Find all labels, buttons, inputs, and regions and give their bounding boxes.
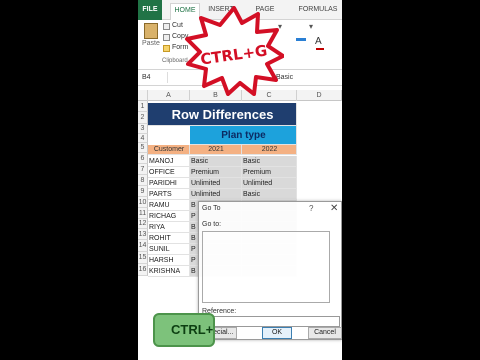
paste-icon[interactable] bbox=[144, 23, 158, 39]
header-2021[interactable]: 2021 bbox=[190, 145, 242, 155]
excel-window: FILE HOME INSERT PAGE LAYOUT FORMULAS Pa… bbox=[138, 0, 342, 360]
table-cell[interactable]: PARIDHI bbox=[148, 178, 190, 189]
row-header[interactable]: 3 bbox=[138, 124, 148, 134]
table-cell[interactable]: SUNIL bbox=[148, 244, 190, 255]
table-cell[interactable]: Unlimited bbox=[190, 189, 242, 200]
row-header[interactable]: 9 bbox=[138, 186, 148, 197]
row-header[interactable]: 15 bbox=[138, 252, 148, 264]
header-2022[interactable]: 2022 bbox=[242, 145, 297, 155]
table-cell[interactable]: Basic bbox=[242, 189, 297, 200]
table-cell[interactable]: Premium bbox=[242, 167, 297, 178]
table-cell[interactable]: RICHAG bbox=[148, 211, 190, 222]
table-cell[interactable]: MANOJ bbox=[148, 156, 190, 167]
table-cell[interactable]: Unlimited bbox=[190, 178, 242, 189]
table-cell[interactable]: HARSH bbox=[148, 255, 190, 266]
goto-list-label: Go to: bbox=[202, 221, 222, 228]
copy-icon[interactable] bbox=[163, 34, 170, 41]
row-header[interactable]: 13 bbox=[138, 229, 148, 240]
table-cell[interactable]: RIYA bbox=[148, 222, 190, 233]
font-color-icon[interactable]: A bbox=[315, 36, 322, 47]
table-cell[interactable]: OFFICE bbox=[148, 167, 190, 178]
table-cell[interactable]: ROHIT bbox=[148, 233, 190, 244]
cut-icon[interactable] bbox=[163, 23, 170, 30]
select-all-corner[interactable] bbox=[138, 90, 148, 101]
paste-button-label[interactable]: Paste bbox=[142, 40, 160, 47]
table-cell[interactable]: KRISHNA bbox=[148, 266, 190, 277]
title-cell[interactable]: Row Differences bbox=[148, 103, 297, 126]
row-header[interactable]: 8 bbox=[138, 175, 148, 186]
header-customer[interactable]: Customer bbox=[148, 145, 190, 155]
fill-color-icon[interactable] bbox=[296, 38, 306, 41]
cancel-button[interactable]: Cancel bbox=[308, 327, 342, 339]
row-header[interactable]: 12 bbox=[138, 219, 148, 229]
row-header[interactable]: 10 bbox=[138, 197, 148, 208]
help-icon[interactable]: ? bbox=[309, 204, 313, 213]
table-cell[interactable]: PARTS bbox=[148, 189, 190, 200]
font-chevron-icon[interactable]: ▾ bbox=[309, 22, 313, 31]
goto-list[interactable] bbox=[202, 231, 330, 303]
row-header[interactable]: 16 bbox=[138, 264, 148, 276]
row-header[interactable]: 7 bbox=[138, 164, 148, 175]
cut-button[interactable]: Cut bbox=[172, 22, 183, 29]
row-header[interactable]: 5 bbox=[138, 143, 148, 153]
table-cell[interactable]: Unlimited bbox=[242, 178, 297, 189]
font-color-bar-icon bbox=[316, 48, 324, 50]
plan-type-cell[interactable]: Plan type bbox=[190, 126, 297, 145]
dialog-title: Go To bbox=[202, 205, 221, 212]
shortcut-keycap: CTRL+G bbox=[153, 313, 215, 347]
row-header[interactable]: 6 bbox=[138, 153, 148, 164]
close-icon[interactable]: ✕ bbox=[330, 203, 338, 214]
table-cell[interactable]: RAMU bbox=[148, 200, 190, 211]
shortcut-burst: CTRL+G bbox=[185, 6, 284, 96]
column-header-d[interactable]: D bbox=[297, 90, 342, 101]
reference-input[interactable] bbox=[202, 316, 340, 327]
tab-file[interactable]: FILE bbox=[138, 0, 162, 20]
table-cell[interactable]: Premium bbox=[190, 167, 242, 178]
ok-button[interactable]: OK bbox=[262, 327, 292, 339]
table-cell[interactable]: Basic bbox=[242, 156, 297, 167]
name-box[interactable]: B4 bbox=[140, 72, 168, 83]
row-header[interactable]: 1 bbox=[138, 101, 148, 112]
format-painter-icon[interactable] bbox=[163, 45, 170, 52]
goto-dialog: Go To ? ✕ Go to: Reference: bbox=[198, 201, 342, 340]
table-cell[interactable]: Basic bbox=[190, 156, 242, 167]
tab-formulas[interactable]: FORMULAS bbox=[298, 3, 338, 20]
row-header[interactable]: 4 bbox=[138, 134, 148, 143]
row-header[interactable]: 14 bbox=[138, 240, 148, 252]
row-header[interactable]: 2 bbox=[138, 112, 148, 124]
row-header[interactable]: 11 bbox=[138, 208, 148, 219]
